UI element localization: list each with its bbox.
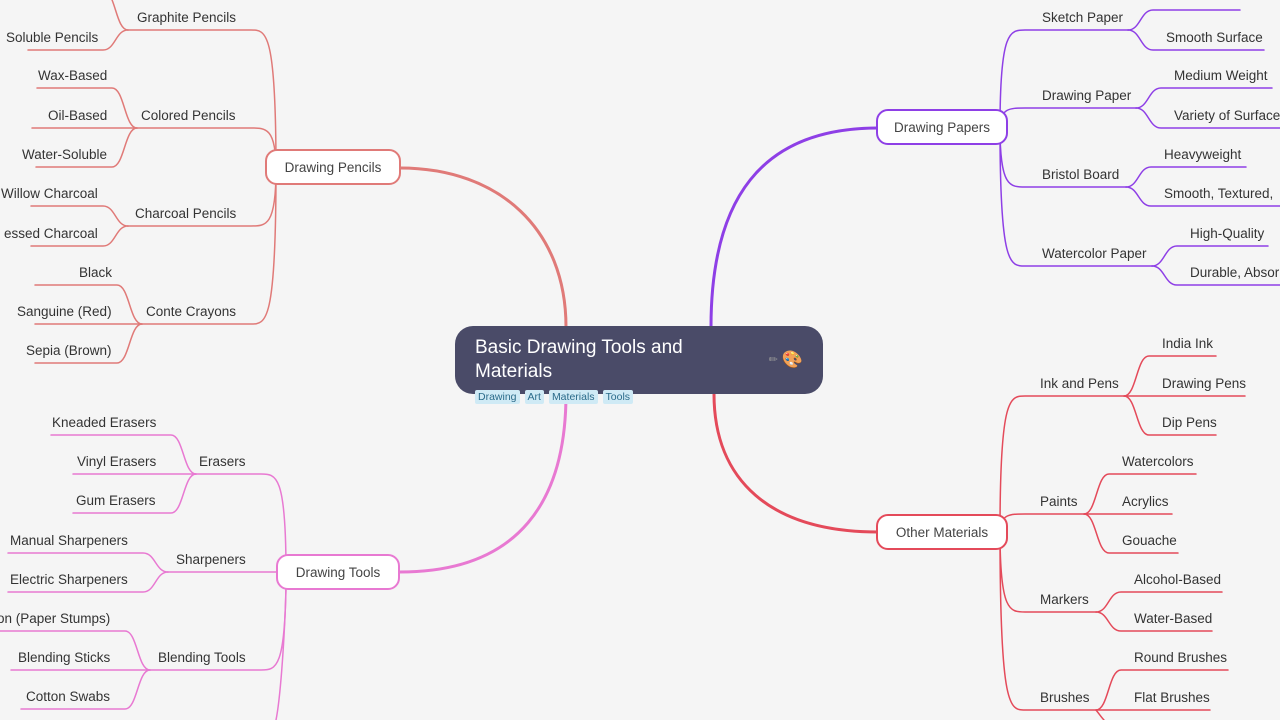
leaf-topic[interactable]: Durable, Absor bbox=[1190, 265, 1279, 281]
tag[interactable]: Tools bbox=[602, 390, 634, 404]
root-title: Basic Drawing Tools and Materials bbox=[475, 337, 683, 382]
branch-node-drawing-papers[interactable]: Drawing Papers bbox=[876, 109, 1008, 145]
root-node[interactable]: Basic Drawing Tools and Materials ✏ 🎨 Dr… bbox=[455, 326, 823, 404]
leaf-topic[interactable]: Water-Based bbox=[1134, 611, 1212, 627]
connector-other-sub bbox=[999, 531, 1097, 711]
palette-icon: 🎨 bbox=[781, 350, 803, 369]
tag[interactable]: Drawing bbox=[475, 390, 520, 404]
leaf-topic[interactable]: Sanguine (Red) bbox=[17, 304, 112, 320]
tag[interactable]: Art bbox=[524, 390, 544, 404]
leaf-topic[interactable]: Gouache bbox=[1122, 533, 1177, 549]
subtopic-blending-tools[interactable]: Blending Tools bbox=[158, 650, 246, 666]
connector-papers-sub bbox=[999, 29, 1129, 129]
leaf-topic[interactable]: Wax-Based bbox=[38, 68, 107, 84]
subtopic-paints[interactable]: Paints bbox=[1040, 494, 1078, 510]
leaf-topic[interactable]: High-Quality bbox=[1190, 226, 1264, 242]
connector-leaf bbox=[1151, 245, 1269, 267]
connector-tools-offscreen bbox=[275, 589, 287, 720]
subtopic-watercolor-paper[interactable]: Watercolor Paper bbox=[1042, 246, 1147, 262]
leaf-topic[interactable]: Variety of Surface bbox=[1174, 108, 1280, 124]
leaf-topic[interactable]: Manual Sharpeners bbox=[10, 533, 128, 549]
connector-other-sub bbox=[999, 513, 1085, 533]
subtopic-erasers[interactable]: Erasers bbox=[199, 454, 246, 470]
leaf-topic[interactable]: Water-Soluble bbox=[22, 147, 107, 163]
subtopic-charcoal-pencils[interactable]: Charcoal Pencils bbox=[135, 206, 236, 222]
leaf-topic[interactable]: Smooth, Textured, bbox=[1164, 186, 1273, 202]
connector-root-pencils bbox=[398, 166, 568, 329]
leaf-topic[interactable]: Drawing Pens bbox=[1162, 376, 1246, 392]
leaf-topic[interactable]: Blending Sticks bbox=[18, 650, 110, 666]
connector-leaf bbox=[1095, 591, 1223, 613]
subtopic-sketch-paper[interactable]: Sketch Paper bbox=[1042, 10, 1123, 26]
connector-leaf bbox=[30, 205, 129, 227]
leaf-topic[interactable]: Vinyl Erasers bbox=[77, 454, 156, 470]
tag-list: Drawing Art Materials Tools bbox=[475, 390, 803, 404]
leaf-topic[interactable]: Kneaded Erasers bbox=[52, 415, 156, 431]
pencil-icon: ✏ bbox=[768, 354, 778, 366]
subtopic-markers[interactable]: Markers bbox=[1040, 592, 1089, 608]
tag[interactable]: Materials bbox=[548, 390, 598, 404]
leaf-topic[interactable]: Watercolors bbox=[1122, 454, 1194, 470]
leaf-topic[interactable]: Cotton Swabs bbox=[26, 689, 110, 705]
leaf-topic[interactable]: Heavyweight bbox=[1164, 147, 1241, 163]
subtopic-brushes[interactable]: Brushes bbox=[1040, 690, 1090, 706]
connector-root-tools bbox=[398, 392, 568, 574]
leaf-topic[interactable]: Alcohol-Based bbox=[1134, 572, 1221, 588]
connector-leaf bbox=[7, 552, 169, 573]
leaf-topic[interactable]: Dip Pens bbox=[1162, 415, 1217, 431]
subtopic-colored-pencils[interactable]: Colored Pencils bbox=[141, 108, 236, 124]
branch-node-drawing-pencils[interactable]: Drawing Pencils bbox=[265, 149, 401, 185]
branch-node-drawing-tools[interactable]: Drawing Tools bbox=[276, 554, 400, 590]
subtopic-bristol-board[interactable]: Bristol Board bbox=[1042, 167, 1119, 183]
leaf-topic[interactable]: Oil-Based bbox=[48, 108, 107, 124]
subtopic-ink-and-pens[interactable]: Ink and Pens bbox=[1040, 376, 1119, 392]
connector-papers-sub bbox=[999, 107, 1137, 129]
leaf-topic[interactable]: Smooth Surface bbox=[1166, 30, 1263, 46]
subtopic-graphite-pencils[interactable]: Graphite Pencils bbox=[137, 10, 236, 26]
subtopic-conte-crayons[interactable]: Conte Crayons bbox=[146, 304, 236, 320]
connector-pencils-sub bbox=[127, 29, 277, 171]
leaf-topic[interactable]: Electric Sharpeners bbox=[10, 572, 128, 588]
leaf-topic[interactable]: Flat Brushes bbox=[1134, 690, 1210, 706]
leaf-topic[interactable]: Gum Erasers bbox=[76, 493, 156, 509]
leaf-topic[interactable]: Acrylics bbox=[1122, 494, 1169, 510]
leaf-topic[interactable]: essed Charcoal bbox=[4, 226, 98, 242]
leaf-topic[interactable]: Medium Weight bbox=[1174, 68, 1268, 84]
connector-other-offscreen bbox=[1095, 709, 1105, 720]
leaf-topic[interactable]: Black bbox=[79, 265, 112, 281]
connector-pencils-sub bbox=[136, 127, 277, 171]
connector-pencils-sub bbox=[141, 169, 277, 325]
connector-leaf bbox=[1135, 87, 1273, 109]
leaf-topic[interactable]: on (Paper Stumps) bbox=[0, 611, 110, 627]
connector-other-sub bbox=[999, 395, 1125, 533]
connector-root-other bbox=[712, 392, 880, 534]
leaf-topic[interactable]: Sepia (Brown) bbox=[26, 343, 112, 359]
connector-leaf bbox=[1125, 166, 1247, 188]
leaf-topic[interactable]: Willow Charcoal bbox=[1, 186, 98, 202]
connector-leaf bbox=[111, 0, 129, 31]
leaf-topic[interactable]: India Ink bbox=[1162, 336, 1213, 352]
subtopic-drawing-paper[interactable]: Drawing Paper bbox=[1042, 88, 1131, 104]
leaf-topic[interactable]: Round Brushes bbox=[1134, 650, 1227, 666]
leaf-topic[interactable]: Soluble Pencils bbox=[6, 30, 98, 46]
subtopic-sharpeners[interactable]: Sharpeners bbox=[176, 552, 246, 568]
connector-root-papers bbox=[709, 126, 880, 329]
connector-leaf bbox=[1127, 9, 1241, 31]
branch-node-other-materials[interactable]: Other Materials bbox=[876, 514, 1008, 550]
